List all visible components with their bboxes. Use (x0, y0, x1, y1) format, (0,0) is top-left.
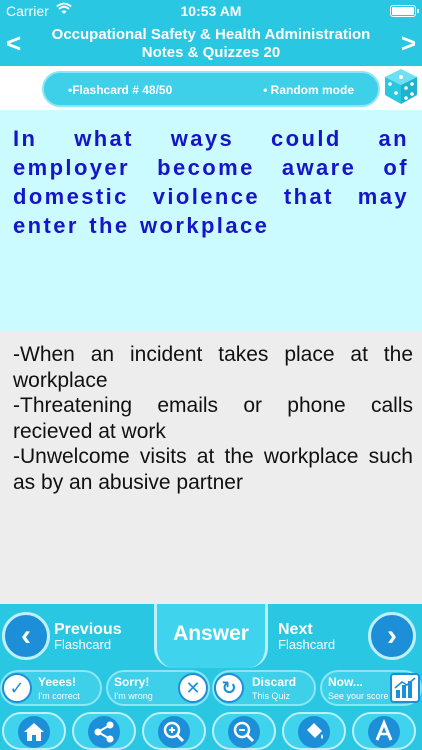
previous-title: Previous (54, 621, 122, 638)
page-title-line1: Occupational Safety & Health Administrat… (51, 26, 371, 43)
correct-title: Yeees! (38, 675, 77, 689)
navigation-row: ‹ Previous Flashcard Answer Next Flashca… (0, 604, 422, 668)
recycle-icon: ↻ (214, 673, 244, 703)
answer-panel: -When an incident takes place at the wor… (0, 332, 422, 604)
home-icon (18, 716, 50, 748)
see-score-button[interactable]: Now... See your score (320, 670, 422, 706)
next-subtitle: Flashcard (278, 637, 336, 652)
wrong-button[interactable]: Sorry! I'm wrong ✕ (106, 670, 210, 706)
previous-flashcard-button[interactable]: ‹ Previous Flashcard (0, 608, 160, 664)
share-button[interactable] (72, 712, 136, 750)
checkmark-icon: ✓ (2, 673, 32, 703)
wrong-subtitle: I'm wrong (114, 691, 153, 701)
zoom-in-icon (158, 716, 190, 748)
battery-icon (390, 5, 419, 17)
arrow-left-icon: ‹ (2, 612, 50, 660)
previous-subtitle: Flashcard (54, 637, 112, 652)
share-icon (88, 716, 120, 748)
answer-line: -Unwelcome visits at the workplace such … (13, 445, 413, 494)
score-title: Now... (328, 675, 363, 689)
question-panel: In what ways could an employer become aw… (0, 110, 422, 332)
next-title: Next (278, 621, 313, 638)
zoom-out-icon (228, 716, 260, 748)
zoom-in-button[interactable] (142, 712, 206, 750)
header-next-chevron-icon[interactable]: > (401, 28, 416, 59)
correct-button[interactable]: ✓ Yeees! I'm correct (0, 670, 102, 706)
info-band: •Flashcard # 48/50 • Random mode (0, 66, 422, 110)
tool-bar (0, 710, 422, 750)
answer-feedback-row: ✓ Yeees! I'm correct Sorry! I'm wrong ✕ … (0, 668, 422, 708)
font-button[interactable] (352, 712, 416, 750)
discard-title: Discard (252, 675, 297, 689)
clock: 10:53 AM (180, 3, 242, 19)
next-flashcard-label: Next Flashcard (278, 621, 336, 653)
page-title-line2: Notes & Quizzes 20 (141, 44, 281, 61)
dice-icon[interactable] (382, 66, 420, 106)
status-bar: Carrier 10:53 AM (0, 0, 422, 22)
flashcard-counter: •Flashcard # 48/50 (68, 83, 173, 97)
answer-line: -When an incident takes place at the wor… (13, 343, 413, 392)
random-mode-label: • Random mode (263, 83, 354, 97)
header-bar: < Occupational Safety & Health Administr… (0, 22, 422, 66)
previous-flashcard-label: Previous Flashcard (54, 621, 122, 653)
answer-line: -Threatening emails or phone calls recie… (13, 394, 413, 443)
score-subtitle: See your score (328, 691, 389, 701)
color-button[interactable] (282, 712, 346, 750)
question-text: In what ways could an employer become aw… (13, 126, 409, 238)
cross-icon: ✕ (178, 673, 208, 703)
next-flashcard-button[interactable]: Next Flashcard › (272, 608, 422, 664)
wrong-title: Sorry! (114, 675, 150, 689)
paint-bucket-icon (298, 716, 330, 748)
font-icon (368, 716, 400, 748)
bottom-controls: ‹ Previous Flashcard Answer Next Flashca… (0, 604, 422, 750)
arrow-right-icon: › (368, 612, 416, 660)
header-prev-chevron-icon[interactable]: < (6, 28, 21, 59)
flashcard-info-pill: •Flashcard # 48/50 • Random mode (42, 71, 380, 107)
page-title: Occupational Safety & Health Administrat… (34, 26, 388, 62)
bar-chart-icon (390, 673, 420, 703)
home-button[interactable] (2, 712, 66, 750)
discard-quiz-button[interactable]: ↻ Discard This Quiz (212, 670, 316, 706)
answer-button[interactable]: Answer (154, 604, 268, 668)
correct-subtitle: I'm correct (38, 691, 80, 701)
discard-subtitle: This Quiz (252, 691, 291, 701)
zoom-out-button[interactable] (212, 712, 276, 750)
